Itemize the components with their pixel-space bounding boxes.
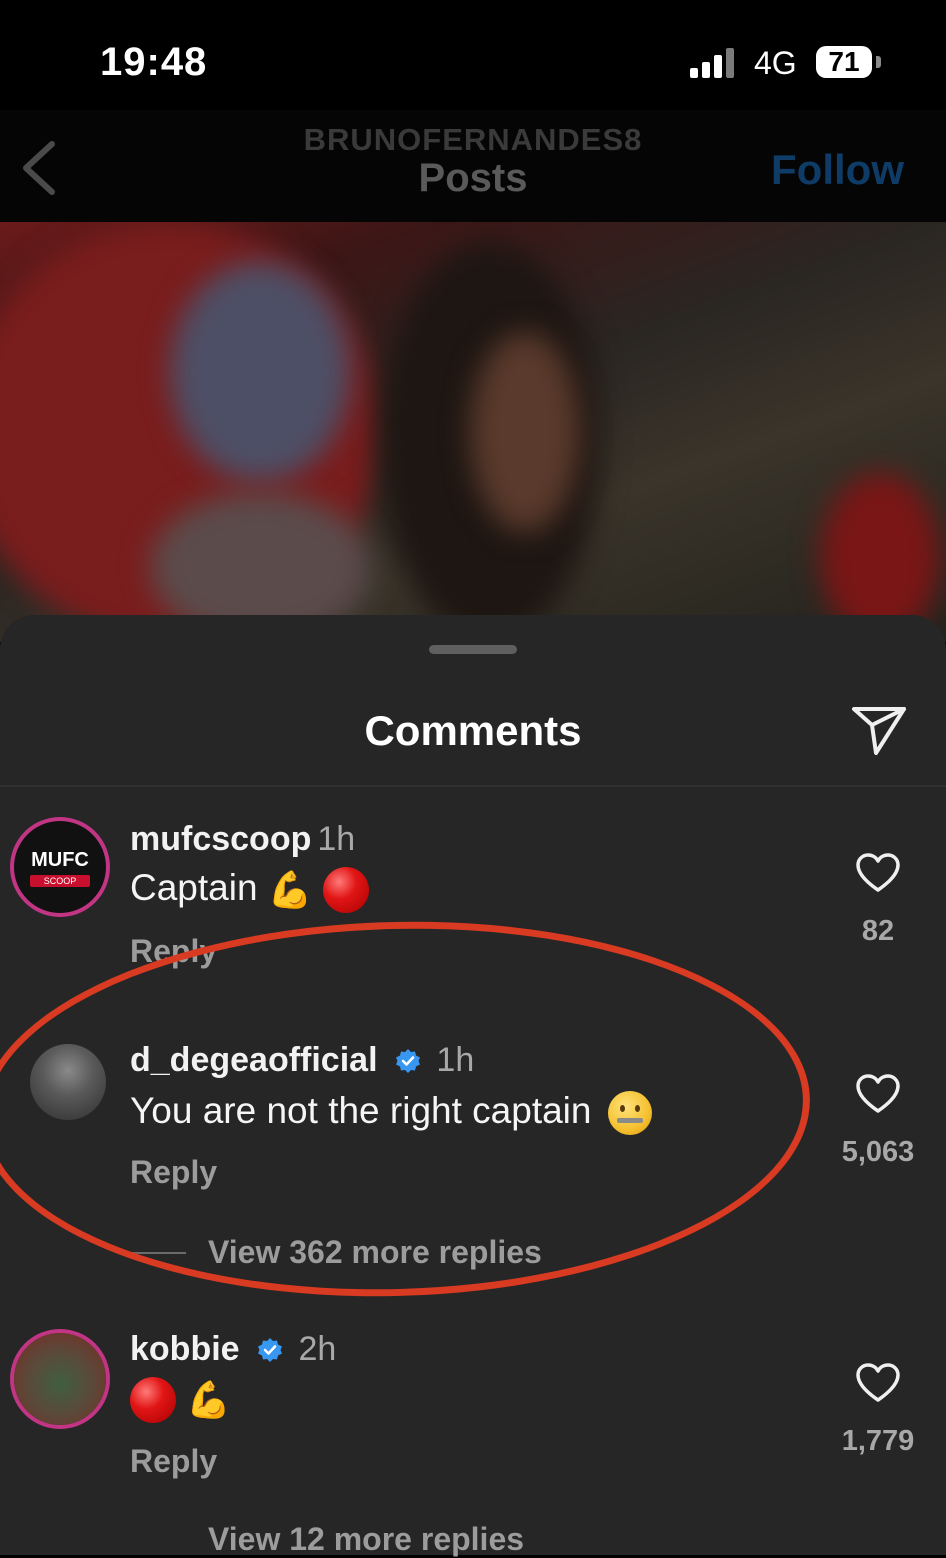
heart-icon[interactable]: [856, 1074, 900, 1114]
comment-text: Captain 💪: [130, 867, 369, 914]
avatar-logo-text: MUFC: [31, 849, 89, 871]
view-more-replies-button[interactable]: View 12 more replies: [208, 1521, 524, 1558]
cellular-signal-icon: [690, 48, 738, 78]
status-bar: 19:48 4G 71: [0, 0, 946, 120]
battery-icon: 71: [816, 46, 872, 78]
flexed-biceps-icon: 💪: [186, 1379, 232, 1421]
network-type: 4G: [754, 45, 797, 81]
avatar-logo-subtext: SCOOP: [30, 875, 90, 887]
posts-header: BRUNOFERNANDES8 Posts Follow: [0, 110, 946, 222]
username-text[interactable]: mufcscoop: [130, 820, 311, 858]
username-text[interactable]: kobbie: [130, 1330, 240, 1368]
share-paper-plane-icon[interactable]: [850, 705, 908, 757]
heart-icon[interactable]: [856, 1363, 900, 1403]
avatar[interactable]: MUFC SCOOP: [14, 821, 106, 913]
comment-username[interactable]: mufcscoop 1h: [130, 820, 355, 859]
comment-body: Captain: [130, 867, 258, 908]
comment-text: 💪: [130, 1377, 232, 1424]
sheet-grabber[interactable]: [429, 645, 517, 654]
comment-username[interactable]: kobbie 2h: [130, 1330, 336, 1369]
heart-icon[interactable]: [856, 853, 900, 893]
red-circle-icon: [130, 1377, 176, 1424]
reply-button[interactable]: Reply: [130, 1443, 217, 1480]
like-count: 5,063: [841, 1136, 915, 1168]
post-photo: [0, 222, 946, 642]
like-count: 82: [861, 915, 895, 947]
like-count: 1,779: [841, 1425, 915, 1457]
comment-time: 2h: [298, 1330, 337, 1368]
comments-title: Comments: [364, 707, 582, 754]
comment-time: 1h: [317, 820, 356, 858]
verified-badge-icon: [258, 1338, 283, 1362]
red-circle-icon: [322, 867, 369, 914]
status-time: 19:48: [100, 40, 208, 84]
battery-tip: [876, 56, 881, 68]
follow-button[interactable]: Follow: [771, 146, 904, 194]
avatar[interactable]: [14, 1333, 106, 1425]
flexed-biceps-icon: 💪: [267, 869, 313, 911]
sheet-divider: [0, 785, 946, 787]
